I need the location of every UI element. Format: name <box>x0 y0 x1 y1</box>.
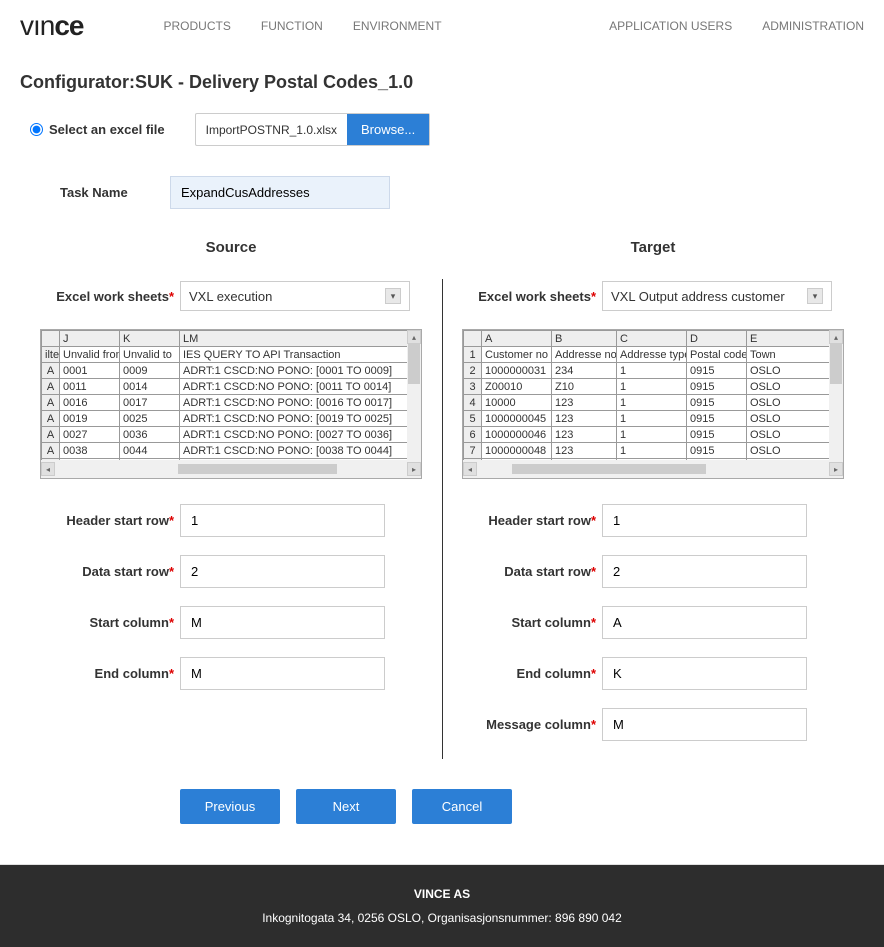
next-button[interactable]: Next <box>296 789 396 824</box>
target-start-column[interactable] <box>602 606 807 639</box>
source-header-start-row[interactable] <box>180 504 385 537</box>
nav-products[interactable]: PRODUCTS <box>164 19 231 33</box>
table-row: A00270036ADRT:1 CSCD:NO PONO: [0027 TO 0… <box>42 427 421 443</box>
source-grid[interactable]: J K LM ilter Unvalid from Unvalid to IES… <box>40 329 422 479</box>
footer-address: Inkognitogata 34, 0256 OSLO, Organisasjo… <box>0 911 884 925</box>
footer: VINCE AS Inkognitogata 34, 0256 OSLO, Or… <box>0 865 884 947</box>
file-input-group: ImportPOSTNR_1.0.xlsx Browse... <box>195 113 431 146</box>
target-grid[interactable]: A B C D E 1 Customer no Addresse no Addr… <box>462 329 844 479</box>
task-name-label: Task Name <box>60 185 150 200</box>
source-data-start-row[interactable] <box>180 555 385 588</box>
table-row: A00190025ADRT:1 CSCD:NO PONO: [0019 TO 0… <box>42 411 421 427</box>
page-title: Configurator:SUK - Delivery Postal Codes… <box>0 62 884 113</box>
nav-app-users[interactable]: APPLICATION USERS <box>609 19 732 33</box>
source-end-column[interactable] <box>180 657 385 690</box>
source-panel: Source Excel work sheets* VXL execution … <box>20 239 442 759</box>
source-title: Source <box>40 239 422 256</box>
source-start-column[interactable] <box>180 606 385 639</box>
target-worksheet-label: Excel work sheets* <box>462 289 602 304</box>
column-divider <box>442 279 443 759</box>
nav-environment[interactable]: ENVIRONMENT <box>353 19 442 33</box>
footer-company: VINCE AS <box>0 887 884 901</box>
scrollbar-horizontal[interactable]: ◂▸ <box>41 460 421 478</box>
selected-filename: ImportPOSTNR_1.0.xlsx <box>196 117 347 143</box>
cancel-button[interactable]: Cancel <box>412 789 512 824</box>
logo: vınce <box>20 10 84 42</box>
table-row: A00010009ADRT:1 CSCD:NO PONO: [0001 TO 0… <box>42 363 421 379</box>
table-row: 41000012310915OSLO <box>464 395 843 411</box>
chevron-down-icon: ▾ <box>807 288 823 304</box>
source-worksheet-label: Excel work sheets* <box>40 289 180 304</box>
nav-function[interactable]: FUNCTION <box>261 19 323 33</box>
target-header-start-row[interactable] <box>602 504 807 537</box>
previous-button[interactable]: Previous <box>180 789 280 824</box>
table-row: 2100000003123410915OSLO <box>464 363 843 379</box>
table-row: A00110014ADRT:1 CSCD:NO PONO: [0011 TO 0… <box>42 379 421 395</box>
select-file-label: Select an excel file <box>49 122 165 137</box>
chevron-down-icon: ▾ <box>385 288 401 304</box>
scrollbar-vertical[interactable]: ▴ <box>829 330 843 460</box>
target-data-start-row[interactable] <box>602 555 807 588</box>
table-row: 7100000004812310915OSLO <box>464 443 843 459</box>
task-name-input[interactable] <box>170 176 390 209</box>
scrollbar-vertical[interactable]: ▴ <box>407 330 421 460</box>
scrollbar-horizontal[interactable]: ◂▸ <box>463 460 843 478</box>
browse-button[interactable]: Browse... <box>347 114 429 145</box>
target-end-column[interactable] <box>602 657 807 690</box>
target-message-column[interactable] <box>602 708 807 741</box>
table-row: 5100000004512310915OSLO <box>464 411 843 427</box>
select-file-radio[interactable] <box>30 123 43 136</box>
target-panel: Target Excel work sheets* VXL Output add… <box>442 239 864 759</box>
top-nav: vınce PRODUCTS FUNCTION ENVIRONMENT APPL… <box>0 0 884 62</box>
source-worksheet-select[interactable]: VXL execution ▾ <box>180 281 410 311</box>
table-row: 3Z00010Z1010915OSLO <box>464 379 843 395</box>
nav-administration[interactable]: ADMINISTRATION <box>762 19 864 33</box>
table-row: A00380044ADRT:1 CSCD:NO PONO: [0038 TO 0… <box>42 443 421 459</box>
table-row: 6100000004612310915OSLO <box>464 427 843 443</box>
target-worksheet-select[interactable]: VXL Output address customer ▾ <box>602 281 832 311</box>
target-title: Target <box>462 239 844 256</box>
table-row: A00160017ADRT:1 CSCD:NO PONO: [0016 TO 0… <box>42 395 421 411</box>
